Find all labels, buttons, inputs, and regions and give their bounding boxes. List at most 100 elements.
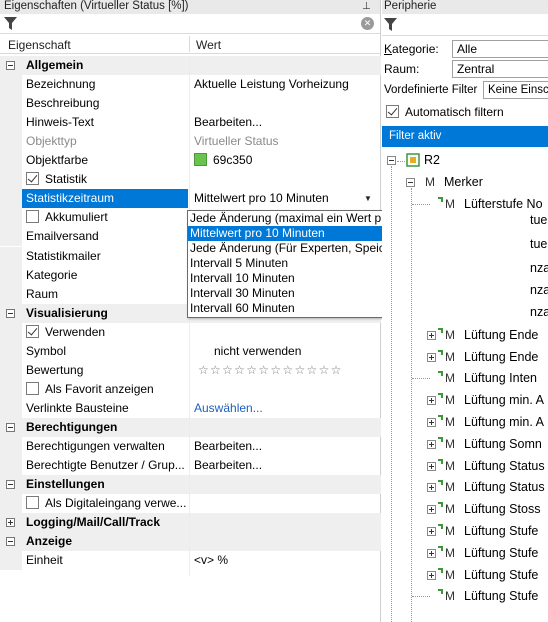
- tree-item-label[interactable]: Lüftung Status: [464, 456, 545, 477]
- property-name: Berechtigte Benutzer / Grup...: [26, 458, 185, 473]
- properties-panel: Eigenschaften (Virtueller Status [%]) ⊥ …: [0, 0, 529, 622]
- checkbox-icon[interactable]: [26, 172, 39, 186]
- property-row[interactable]: Statistik: [0, 170, 381, 190]
- column-property[interactable]: Eigenschaft: [8, 38, 71, 52]
- expand-icon[interactable]: [427, 418, 436, 427]
- collapse-icon[interactable]: [6, 480, 15, 490]
- property-row[interactable]: Symbol nicht verwenden: [0, 341, 381, 361]
- expand-icon[interactable]: [427, 352, 436, 362]
- tree-group-label[interactable]: Merker: [444, 172, 483, 193]
- expand-icon[interactable]: [427, 527, 436, 536]
- property-value[interactable]: Virtueller Status: [190, 132, 381, 151]
- expand-icon[interactable]: [427, 439, 436, 449]
- property-filter-input[interactable]: [20, 15, 358, 32]
- property-row[interactable]: Hinweis-Text Bearbeiten...: [0, 113, 381, 133]
- tree-item-label[interactable]: Lüftung Somn: [464, 434, 542, 455]
- tree-item-label[interactable]: Lüftung Stufe: [464, 543, 538, 564]
- property-value[interactable]: Mittelwert pro 10 Minuten: [190, 189, 381, 208]
- property-value[interactable]: [190, 94, 381, 113]
- property-value[interactable]: 69c350: [190, 151, 381, 170]
- property-row[interactable]: Berechtigte Benutzer / Grup... Bearbeiten…: [0, 456, 381, 476]
- property-value[interactable]: <v> %: [190, 551, 381, 570]
- checkbox-icon[interactable]: [26, 496, 39, 510]
- column-value[interactable]: Wert: [196, 38, 221, 52]
- checkbox-icon[interactable]: [26, 324, 39, 338]
- property-row[interactable]: Beschreibung: [0, 94, 381, 114]
- collapse-icon[interactable]: [406, 178, 415, 187]
- collapse-icon[interactable]: [6, 308, 15, 318]
- expand-icon[interactable]: [427, 505, 436, 515]
- merker-icon: M: [445, 197, 455, 211]
- tree-item-label[interactable]: Lüftung min. A: [464, 390, 544, 411]
- filter-icon[interactable]: [384, 18, 397, 31]
- property-row[interactable]: Als Digitaleingang verwe...: [0, 494, 381, 514]
- property-row[interactable]: Als Favorit anzeigen: [0, 379, 381, 399]
- property-value[interactable]: Bearbeiten...: [190, 437, 381, 456]
- tree-item-label[interactable]: Lüftung Stufe: [464, 565, 538, 586]
- merker-icon: M: [445, 480, 455, 495]
- category-row[interactable]: Berechtigungen: [0, 417, 381, 437]
- collapse-icon[interactable]: [6, 61, 15, 70]
- tree-item-label[interactable]: Lüftung Status: [464, 477, 545, 498]
- tree-root-label[interactable]: R2: [424, 150, 440, 171]
- collapse-icon[interactable]: [387, 156, 396, 165]
- checkbox-icon[interactable]: [386, 105, 399, 118]
- auto-filter-checkbox[interactable]: Automatisch filtern: [386, 105, 504, 119]
- tree-item-label[interactable]: Lüftung Inten: [464, 368, 537, 389]
- property-name: Symbol: [26, 343, 67, 358]
- expand-icon[interactable]: [427, 461, 436, 471]
- filter-icon[interactable]: [4, 17, 17, 30]
- category-row[interactable]: Einstellungen: [0, 475, 381, 495]
- tree-item-label[interactable]: Lüftung Stoss: [464, 499, 540, 520]
- property-name: Einheit: [26, 553, 63, 568]
- expand-icon[interactable]: [427, 396, 436, 406]
- clear-filter-icon[interactable]: ✕: [361, 17, 374, 30]
- tree-item-label[interactable]: Lüftung min. A: [464, 412, 544, 433]
- tree-item-label[interactable]: Lüftung Ende: [464, 347, 538, 368]
- expand-icon[interactable]: [427, 548, 436, 558]
- property-value[interactable]: ☆☆☆☆☆☆☆☆☆☆☆☆: [190, 361, 381, 380]
- row-gutter: [0, 94, 22, 114]
- category-row[interactable]: Anzeige: [0, 532, 381, 552]
- checkbox-icon[interactable]: [26, 210, 39, 224]
- raum-select[interactable]: Zentral: [452, 60, 548, 78]
- collapse-icon[interactable]: [6, 422, 15, 432]
- tree-item-label[interactable]: Lüftung Stufe: [464, 586, 538, 607]
- tree-connector: [412, 596, 430, 598]
- expand-icon[interactable]: [427, 483, 436, 493]
- property-value[interactable]: Bearbeiten...: [190, 456, 381, 475]
- property-row[interactable]: Objekttyp Virtueller Status: [0, 132, 381, 152]
- vordefinierte-filter-select[interactable]: Keine Einsc: [483, 81, 548, 99]
- category-row[interactable]: Logging/Mail/Call/Track: [0, 513, 381, 533]
- checkbox-label: Akkumuliert: [45, 210, 108, 225]
- property-row[interactable]: Verwenden: [0, 322, 381, 342]
- checkbox-icon[interactable]: [26, 381, 39, 395]
- property-row[interactable]: Verlinkte Bausteine Auswählen...: [0, 398, 381, 418]
- collapse-icon[interactable]: [6, 537, 15, 547]
- property-row[interactable]: Bewertung ☆☆☆☆☆☆☆☆☆☆☆☆: [0, 360, 381, 380]
- property-value[interactable]: Aktuelle Leistung Vorheizung: [190, 75, 381, 94]
- chevron-down-icon[interactable]: ▼: [364, 194, 372, 203]
- property-row[interactable]: Statistikzeitraum Mittelwert pro 10 Minut…: [0, 189, 381, 209]
- category-row[interactable]: Allgemein: [0, 56, 381, 75]
- property-value[interactable]: Bearbeiten...: [190, 113, 381, 132]
- expand-icon[interactable]: [6, 518, 15, 528]
- expand-icon[interactable]: [427, 330, 436, 340]
- property-value[interactable]: nicht verwenden: [190, 342, 381, 361]
- kategorie-select[interactable]: Alle: [452, 40, 548, 58]
- tree-item-label[interactable]: Lüftung Ende: [464, 325, 538, 346]
- tree-item-label[interactable]: Lüftung Stufe: [464, 521, 538, 542]
- property-name: Kategorie: [26, 267, 78, 282]
- row-gutter: [0, 398, 22, 418]
- property-name: Als Digitaleingang verwe...: [22, 494, 188, 513]
- link-text[interactable]: Auswählen...: [194, 401, 263, 415]
- property-row[interactable]: Berechtigungen verwalten Bearbeiten...: [0, 437, 381, 456]
- property-row[interactable]: Einheit <v> %: [0, 551, 381, 571]
- expand-icon[interactable]: [427, 570, 436, 580]
- pin-icon[interactable]: ⊥: [362, 1, 371, 12]
- row-gutter: [0, 551, 22, 571]
- property-row[interactable]: Objektfarbe 69c350: [0, 151, 381, 171]
- column-divider[interactable]: [189, 36, 190, 52]
- property-row[interactable]: Bezeichnung Aktuelle Leistung Vorheizung: [0, 75, 381, 95]
- property-value[interactable]: Auswählen...: [190, 399, 381, 418]
